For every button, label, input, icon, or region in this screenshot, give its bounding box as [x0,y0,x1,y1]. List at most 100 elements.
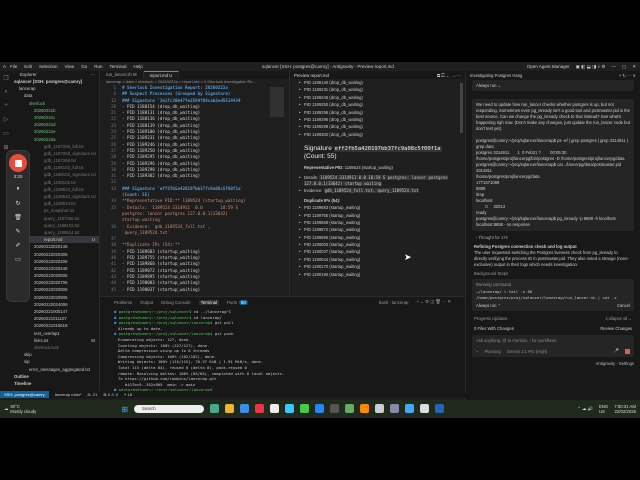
tree-item[interactable]: 20260221e [12,128,99,135]
tree-item[interactable]: 20260222a [12,136,99,143]
stop-recording-button[interactable] [9,154,27,172]
agent-footer[interactable]: Antigravity - Settings [466,357,640,370]
tree-item[interactable]: error_messages_aggregated.txt [12,366,99,373]
menu-go[interactable]: Go [81,64,87,69]
taskbar-search[interactable]: Search [134,405,205,413]
menu-help[interactable]: Help [134,64,143,69]
model-dropdown[interactable]: Gemini 3.1 Pro (High) [507,349,548,354]
taskbar-app-icon[interactable] [285,404,295,413]
collapse-all-button[interactable]: Collapse all ⌄ [606,316,632,321]
tree-item[interactable]: skip [12,351,99,358]
weather-icon[interactable]: ☁ [4,406,8,412]
tree-item[interactable]: test_overlap1 [12,330,99,337]
problems-indicator[interactable]: ⊗ 0 ⚠ 0 [103,392,118,397]
tree-item[interactable]: 20260221000147 [12,308,99,315]
taskbar-app-icon[interactable] [405,404,415,413]
trash-icon[interactable]: 🗑 [14,214,22,221]
eraser-icon[interactable]: ✐ [15,242,20,249]
restart-icon[interactable]: ↻ [15,200,20,207]
chat-input[interactable]: Ask anything, @ to mention, / for workfl… [472,335,634,357]
editor-tab[interactable]: report.md U [143,71,180,79]
tree-item[interactable]: gdb_1187268_full.txt [12,143,99,150]
minimize-button[interactable]: — [611,64,616,69]
taskbar-app-icon[interactable] [225,404,235,413]
menu-edit[interactable]: Edit [24,64,32,69]
tree-item[interactable]: 20260221011107 [12,315,99,322]
panel-tab-problems[interactable]: Problems [114,300,132,305]
menu-run[interactable]: Run [94,64,102,69]
source-control-icon[interactable]: ⑂ [4,103,8,109]
branch-indicator[interactable]: lancerap main* [55,392,82,397]
tray-icons[interactable]: ⌃ ☁ 🔊 [577,406,593,412]
mode-dropdown[interactable]: Planning [484,349,500,354]
more-actions-icon[interactable]: ··· [91,72,96,77]
taskbar-app-icon[interactable] [255,404,265,413]
taskbar-app-icon[interactable] [270,404,280,413]
preview-tab[interactable]: Preview report.md [294,73,329,78]
taskbar-app-icon[interactable] [240,404,250,413]
always-run-dropdown[interactable]: Always run ⌄ [476,83,501,88]
sync-indicator[interactable]: 8↓ 21 [87,392,97,397]
thought-toggle[interactable]: › Thought for 17s [466,231,640,244]
pen-icon[interactable]: ✎ [15,228,20,235]
mic-icon[interactable]: 🎤 [614,348,619,354]
extensions-icon[interactable]: ⊞ [3,144,8,151]
tree-item[interactable]: Outline [12,373,99,380]
tree-item[interactable]: data [12,92,99,99]
tree-item[interactable]: sip [12,358,99,365]
taskbar-app-icon[interactable] [375,404,385,413]
tree-item[interactable]: sherlock.lock [12,344,99,351]
tree-item[interactable]: sqlancer [SSH: postgres@camry] [12,78,99,85]
tree-item[interactable]: links.txt M [12,337,99,344]
menu-file[interactable]: File [10,64,17,69]
terminal[interactable]: ● postgres@camry:~/proj/sqlancer$ cd ../… [100,307,465,395]
close-button[interactable]: ✕ [632,64,636,70]
editor-tab[interactable]: run_lancer.sh M [100,71,144,79]
code-editor[interactable]: 1 # Sherlock Investigation Report: 202602… [100,85,289,293]
cancel-button[interactable]: Cancel [617,303,630,308]
pause-icon[interactable]: ⏸ [16,186,19,193]
taskbar-app-icon[interactable] [330,404,340,413]
explorer-icon[interactable]: ❐ [3,75,8,82]
start-button[interactable]: ⊞ [121,405,128,414]
remote-explorer-icon[interactable]: ▭ [3,130,9,137]
taskbar-app-icon[interactable] [390,404,400,413]
camera-icon[interactable]: ▭ [15,256,21,263]
run-debug-icon[interactable]: ▷ [4,116,9,123]
taskbar-app-icon[interactable] [345,404,355,413]
tree-item[interactable]: 20260221b [12,107,99,114]
panel-tab-output[interactable]: Output [140,300,153,305]
maximize-button[interactable]: ▢ [622,64,626,70]
taskbar-app-icon[interactable] [360,404,370,413]
panel-tab-debug-console[interactable]: Debug Console [161,300,191,305]
tree-item[interactable]: 20260221015618 [12,322,99,329]
taskbar-app-icon[interactable] [435,404,445,413]
menu-view[interactable]: View [65,64,75,69]
tree-item[interactable]: 20260221c [12,114,99,121]
language-indicator[interactable]: ENG US [599,404,608,414]
panel-tab-ports[interactable]: Ports [227,300,237,305]
tree-item[interactable]: lancerap [12,85,99,92]
ports-indicator[interactable]: ⑂ 18 [124,392,132,397]
preview-scrollbar[interactable] [460,83,463,133]
search-icon[interactable]: ⌕ [4,89,7,96]
terminal-shell-label[interactable]: bash - lancerap [379,300,409,305]
taskbar-app-icon[interactable] [210,404,220,413]
menu-terminal[interactable]: Terminal [110,64,127,69]
open-agent-manager-button[interactable]: Open Agent Manager [527,64,570,69]
menu-selection[interactable]: Selection [39,64,58,69]
files-with-changes[interactable]: 0 Files With Changes [474,326,514,331]
minimap[interactable] [270,87,284,117]
tree-item[interactable]: Timeline [12,380,99,387]
terminal-actions[interactable]: + ⌄ ⚙ ◫ 🗑 ··· ✕ [416,299,451,305]
review-changes-button[interactable]: Review Changes [600,326,632,331]
taskbar-app-icon[interactable] [420,404,430,413]
layout-icons[interactable]: ▣ ◧ ⬓ ◨ ⌕ ⚙ [576,64,606,70]
tree-item[interactable]: sherlock [12,100,99,107]
remote-indicator[interactable]: SSH: postgres@camry [0,391,49,398]
taskbar-app-icon[interactable] [300,404,310,413]
add-icon[interactable]: + [476,349,478,354]
taskbar-app-icon[interactable] [315,404,325,413]
always-run-button[interactable]: Always run ⌃ [476,303,501,308]
panel-tab-terminal[interactable]: Terminal [198,299,219,305]
